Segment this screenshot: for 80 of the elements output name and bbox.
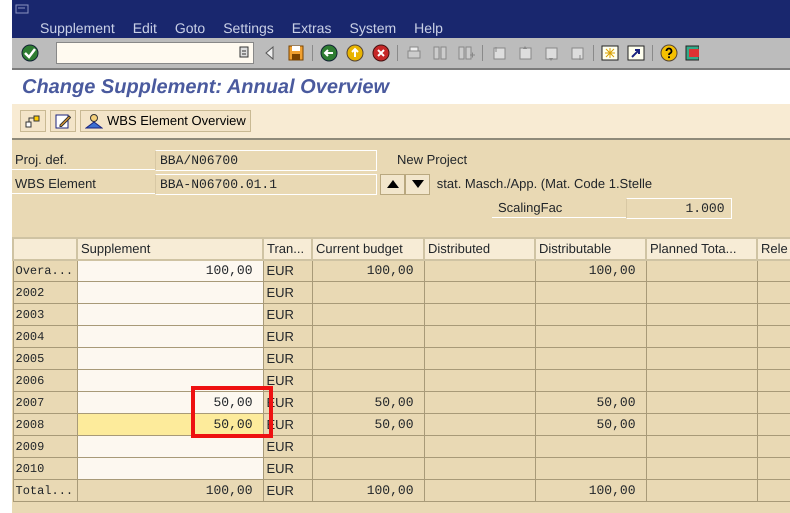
input-field[interactable]: 100,00 [77,260,263,282]
input-field[interactable] [77,348,263,370]
up-arrow-icon [386,180,399,188]
shortcut-icon[interactable] [626,43,646,63]
pencil-icon [55,113,71,129]
menu-item[interactable]: Help [414,18,443,38]
table-cell: 100,00 [535,480,646,502]
field-value: BBA-N06700.01.1 [155,174,377,194]
edit-button[interactable] [50,110,76,132]
window-menu-icon[interactable] [15,4,30,14]
back-icon[interactable] [319,43,339,63]
row-label: 2007 [13,392,77,414]
menu-item[interactable]: Supplement [40,18,115,38]
field-value: BBA/N06700 [155,150,377,170]
input-field[interactable] [77,436,263,458]
table-cell: 50,00 [312,414,424,436]
input-field[interactable] [77,458,263,480]
menu-item[interactable]: Settings [223,18,274,38]
row-label: Overa... [13,260,77,282]
cancel-icon[interactable] [371,43,391,63]
person-icon [85,113,103,129]
input-field[interactable] [77,282,263,304]
menu-item[interactable]: Extras [292,18,332,38]
description-text: New Project [397,151,468,170]
command-field[interactable] [56,42,254,64]
row-label: 2009 [13,436,77,458]
row-label: 2004 [13,326,77,348]
row-label: 2002 [13,282,77,304]
menu-item[interactable]: Edit [132,18,157,38]
column-header[interactable]: Distributed [424,238,535,260]
table-cell: 100,00 [312,260,424,282]
column-header[interactable]: Planned Tota... [646,238,757,260]
history-icon[interactable] [239,46,249,58]
table-cell: EUR [263,480,312,502]
hierarchy-icon [25,113,41,129]
screen-title: Change Supplement: Annual Overview [12,70,790,104]
row-label: 2008 [13,414,77,436]
row-label: Total... [13,480,77,502]
table-cell: EUR [263,260,312,282]
down-arrow-icon [412,180,424,188]
new-session-icon[interactable] [600,43,620,63]
menu-item[interactable]: Goto [174,18,206,38]
input-field[interactable] [77,326,263,348]
table-cell: 100,00 [312,480,424,502]
row-label: 2010 [13,458,77,480]
table-cell: EUR [263,282,312,304]
layout-icon[interactable] [685,43,699,63]
column-header[interactable]: Current budget [312,238,424,260]
table-cell: EUR [263,326,312,348]
column-header[interactable]: Rele [757,238,790,260]
row-label: 2005 [13,348,77,370]
exit-icon[interactable] [345,43,365,63]
column-header[interactable]: Supplement [77,238,263,260]
row-label: 2006 [13,370,77,392]
hierarchy-button[interactable] [20,110,46,132]
table-cell: 100,00 [77,480,263,502]
column-header[interactable]: Distributable [535,238,646,260]
table-cell: EUR [263,304,312,326]
save-icon[interactable] [286,43,306,63]
check-icon[interactable] [20,43,40,63]
input-field[interactable]: 50,00 [77,392,263,414]
table-cell: EUR [263,348,312,370]
input-field[interactable]: 50,00 [77,414,263,436]
column-header[interactable]: Tran... [263,238,312,260]
input-field[interactable] [77,304,263,326]
next-button[interactable] [405,174,430,194]
row-label: 2003 [13,304,77,326]
previous-button[interactable] [380,174,406,194]
table-cell: EUR [263,436,312,458]
table-cell: EUR [263,370,312,392]
description-text: stat. Masch./App. (Mat. Code 1.Stelle [436,175,652,194]
table-cell: EUR [263,458,312,480]
menu-item[interactable]: System [349,18,396,38]
table-cell: 50,00 [312,392,424,414]
table-cell: 50,00 [535,414,646,436]
help-icon[interactable] [659,43,679,63]
field-value: 1.000 [626,198,732,218]
wbs-overview-button[interactable]: WBS Element Overview [80,110,251,132]
table-cell: 100,00 [535,260,646,282]
table-cell: 50,00 [535,392,646,414]
